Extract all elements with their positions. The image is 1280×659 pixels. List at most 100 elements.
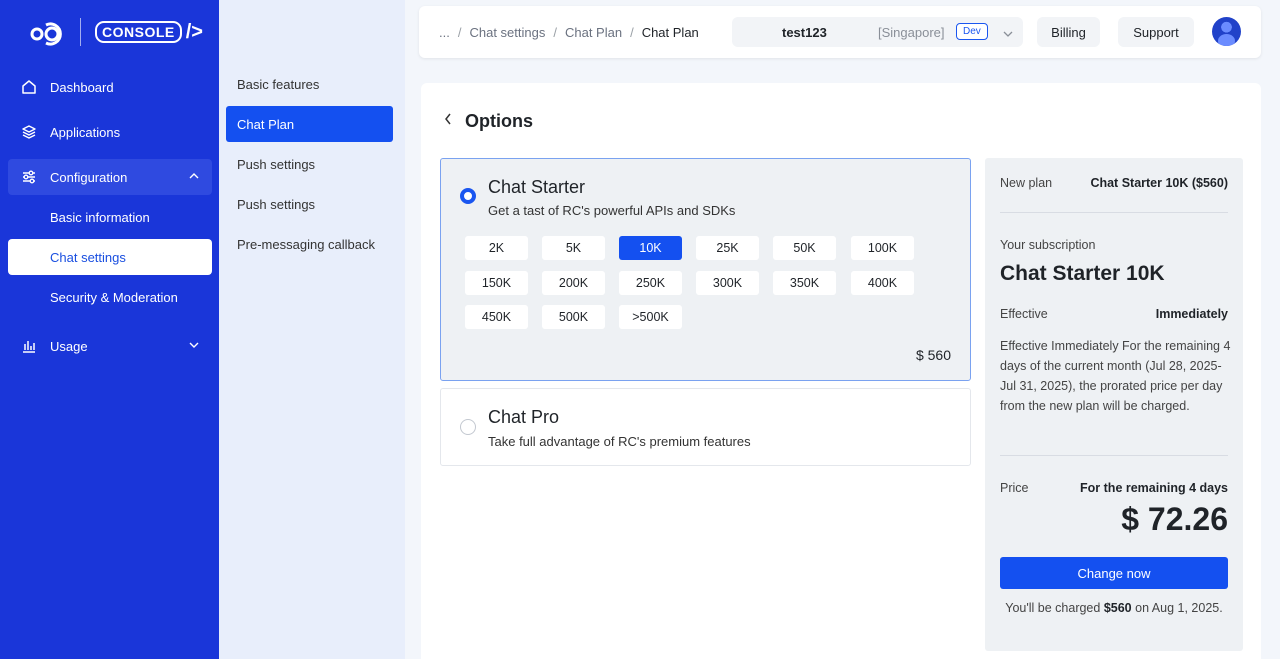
page-title: Options [465, 111, 533, 131]
subnav-item-label: Pre-messaging callback [237, 236, 376, 252]
tier-option[interactable]: 350K [773, 271, 836, 295]
change-now-button[interactable]: Change now [1000, 557, 1228, 589]
effective-label: Effective [1000, 307, 1048, 321]
billing-button[interactable]: Billing [1037, 17, 1100, 47]
app-name: test123 [782, 25, 827, 40]
chevron-down-icon [1002, 27, 1014, 45]
tier-option[interactable]: 500K [542, 305, 605, 329]
sidebar-subitem-label: Basic information [50, 209, 150, 225]
new-plan-label: New plan [1000, 176, 1053, 190]
subnav-item-pre-messaging-callback[interactable]: Pre-messaging callback [226, 226, 393, 262]
tier-option[interactable]: 50K [773, 236, 836, 260]
avatar-body [1218, 34, 1235, 46]
charge-prefix: You'll be charged [1005, 601, 1101, 615]
sidebar-item-label: Usage [50, 338, 88, 354]
plan-description: Take full advantage of RC's premium feat… [488, 434, 751, 449]
sidebar-item-label: Applications [50, 124, 121, 140]
summary-divider [1000, 212, 1228, 213]
price-period: For the remaining 4 days [1080, 481, 1228, 495]
avatar[interactable] [1212, 17, 1241, 46]
subnav-item-chat-plan[interactable]: Chat Plan [226, 106, 393, 142]
plan-radio-chat-pro[interactable] [460, 419, 476, 435]
plan-description: Get a tast of RC's powerful APIs and SDK… [488, 203, 736, 218]
logo-glyph: /> [185, 21, 203, 43]
logo-divider [80, 18, 81, 46]
main-panel: Options Chat Starter Get a tast of RC's … [421, 83, 1261, 659]
sidebar: CONSOLE /> Dashboard Applications Config… [0, 0, 219, 659]
charge-amount: $560 [1103, 601, 1132, 615]
breadcrumb: ... / Chat settings / Chat Plan / Chat P… [439, 25, 699, 40]
tier-option[interactable]: 5K [542, 236, 605, 260]
tier-option[interactable]: 450K [465, 305, 528, 329]
sidebar-item-dashboard[interactable]: Dashboard [8, 69, 212, 105]
breadcrumb-separator: / [553, 25, 557, 40]
breadcrumb-chat-settings[interactable]: Chat settings [469, 25, 545, 40]
plan-card-chat-pro[interactable]: Chat Pro Take full advantage of RC's pre… [440, 388, 971, 466]
sidebar-item-label: Configuration [50, 169, 128, 185]
tier-option[interactable]: 300K [696, 271, 759, 295]
layers-icon [20, 123, 38, 141]
subnav-item-push-settings[interactable]: Push settings [226, 146, 393, 182]
plan-name: Chat Starter [488, 177, 586, 197]
subscription-value: Chat Starter 10K [1000, 262, 1165, 285]
sidebar-item-applications[interactable]: Applications [8, 114, 212, 150]
support-button[interactable]: Support [1118, 17, 1194, 47]
subnav-item-label: Push settings [237, 196, 316, 212]
plan-card-chat-starter[interactable]: Chat Starter Get a tast of RC's powerful… [440, 158, 971, 381]
plan-price: $ 560 [915, 347, 951, 363]
subnav-item-push-settings-2[interactable]: Push settings [226, 186, 393, 222]
subnav-item-label: Push settings [237, 156, 316, 172]
tier-option[interactable]: >500K [619, 305, 682, 329]
sidebar-subitem-security-moderation[interactable]: Security & Moderation [8, 279, 212, 315]
logo[interactable]: CONSOLE /> [28, 17, 203, 47]
subnav: Basic features Chat Plan Push settings P… [219, 0, 405, 659]
summary-panel: New plan Chat Starter 10K ($560) Your su… [985, 158, 1243, 651]
price-label: Price [1000, 481, 1029, 495]
home-icon [20, 78, 38, 96]
subnav-item-basic-features[interactable]: Basic features [226, 66, 393, 102]
effective-value: Immediately [1155, 307, 1228, 321]
sliders-icon [20, 168, 38, 186]
new-plan-value: Chat Starter 10K ($560) [1090, 176, 1228, 190]
sidebar-subitem-basic-information[interactable]: Basic information [8, 199, 212, 235]
env-badge: Dev [956, 23, 988, 40]
tier-option[interactable]: 100K [851, 236, 914, 260]
app-region: [Singapore] [878, 25, 945, 40]
chevron-down-icon [188, 339, 200, 354]
charge-suffix: on Aug 1, 2025. [1135, 601, 1223, 615]
plan-name: Chat Pro [488, 407, 560, 427]
sidebar-subitem-label: Chat settings [50, 249, 126, 265]
bar-chart-icon [20, 337, 38, 355]
sidebar-subitem-label: Security & Moderation [50, 289, 178, 305]
subnav-item-label: Basic features [237, 76, 320, 92]
sidebar-item-usage[interactable]: Usage [8, 328, 212, 364]
tier-option[interactable]: 25K [696, 236, 759, 260]
tier-option-selected[interactable]: 10K [619, 236, 682, 260]
top-bar: ... / Chat settings / Chat Plan / Chat P… [419, 6, 1261, 58]
sidebar-item-configuration[interactable]: Configuration [8, 159, 212, 195]
tier-option[interactable]: 250K [619, 271, 682, 295]
app-selector[interactable]: test123 [Singapore] Dev [732, 17, 1023, 47]
plan-radio-chat-starter[interactable] [460, 188, 476, 204]
logo-mark-icon [28, 17, 68, 47]
sidebar-item-label: Dashboard [50, 79, 114, 95]
tier-option[interactable]: 400K [851, 271, 914, 295]
charge-note: You'll be charged $560 on Aug 1, 2025. [1000, 598, 1228, 618]
breadcrumb-separator: / [630, 25, 634, 40]
back-icon[interactable] [443, 112, 453, 131]
tier-option[interactable]: 2K [465, 236, 528, 260]
logo-text: CONSOLE [95, 21, 182, 43]
tier-option[interactable]: 200K [542, 271, 605, 295]
breadcrumb-ellipsis[interactable]: ... [439, 25, 450, 40]
chevron-up-icon [188, 170, 200, 185]
proration-note: Effective Immediately For the remaining … [1000, 339, 1231, 413]
summary-divider [1000, 455, 1228, 456]
breadcrumb-current: Chat Plan [641, 25, 699, 40]
subnav-item-label: Chat Plan [237, 116, 295, 132]
subscription-label: Your subscription [1000, 238, 1096, 252]
breadcrumb-chat-plan[interactable]: Chat Plan [565, 25, 622, 40]
breadcrumb-separator: / [457, 25, 462, 40]
tier-option[interactable]: 150K [465, 271, 528, 295]
sidebar-subitem-chat-settings[interactable]: Chat settings [8, 239, 212, 275]
price-value: $ 72.26 [1121, 501, 1228, 537]
